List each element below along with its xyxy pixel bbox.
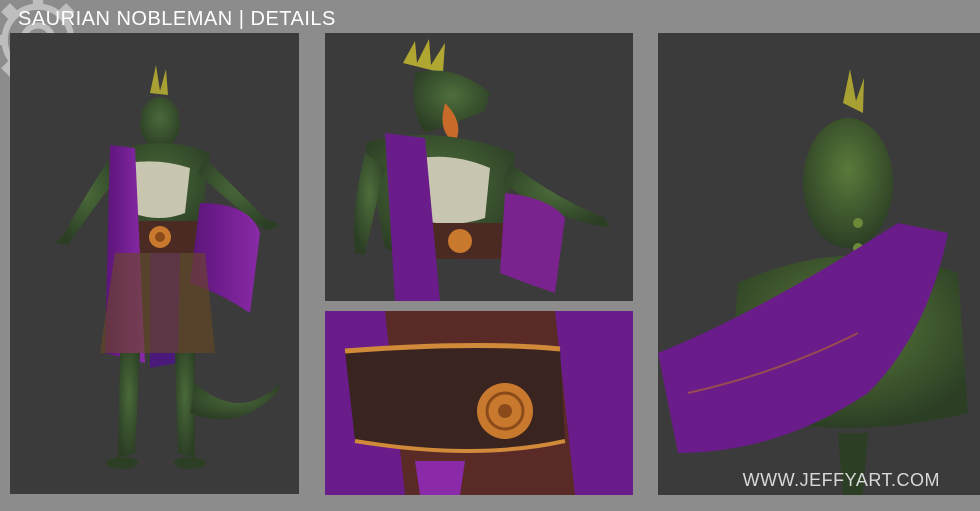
- render-panel-upper-body: [325, 33, 633, 301]
- saurian-belt-render: [325, 311, 633, 495]
- saurian-back-render: [658, 69, 968, 495]
- site-watermark: WWW.JEFFYART.COM: [742, 470, 940, 490]
- saurian-full-body-render: [55, 65, 280, 469]
- render-panel-full-body: [10, 33, 299, 494]
- page-title: SAURIAN NOBLEMAN | DETAILS: [18, 8, 336, 30]
- render-panel-belt-closeup: [325, 311, 633, 495]
- render-panel-back-view: [658, 33, 980, 495]
- saurian-upper-body-render: [353, 39, 610, 301]
